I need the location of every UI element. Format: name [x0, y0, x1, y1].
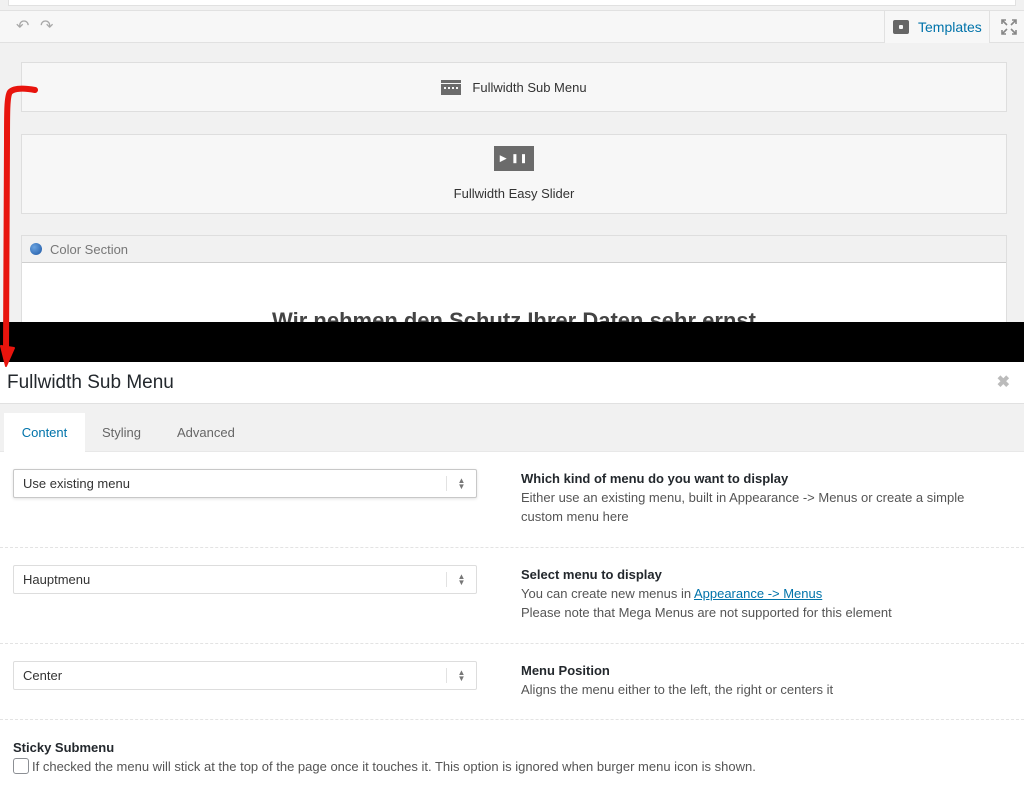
menu-select-title: Select menu to display: [521, 567, 662, 582]
tab-advanced[interactable]: Advanced: [177, 413, 235, 452]
modal-title: Fullwidth Sub Menu: [7, 372, 174, 393]
fullscreen-icon[interactable]: [998, 17, 1020, 37]
color-section-element[interactable]: Color Section Wir nehmen den Schutz Ihre…: [21, 235, 1007, 333]
submenu-element[interactable]: Fullwidth Sub Menu: [21, 62, 1007, 112]
menu-kind-select-value: Use existing menu: [23, 476, 130, 491]
select-arrows-icon: ▲ ▼: [446, 572, 476, 587]
templates-icon: [893, 20, 909, 34]
annotation-arrow: [0, 85, 38, 367]
menu-position-select[interactable]: Center ▲ ▼: [13, 661, 477, 690]
menu-select-help-text: You can create new menus in: [521, 586, 694, 601]
menu-select-help: You can create new menus in Appearance -…: [521, 584, 991, 603]
templates-button[interactable]: Templates: [884, 11, 990, 43]
menu-kind-select[interactable]: Use existing menu ▲ ▼: [13, 469, 477, 498]
menu-position-description: Menu Position Aligns the menu either to …: [521, 661, 991, 699]
menu-select[interactable]: Hauptmenu ▲ ▼: [13, 565, 477, 594]
appearance-menus-link[interactable]: Appearance -> Menus: [694, 586, 822, 601]
top-strip: [8, 0, 1016, 6]
slider-element-label: Fullwidth Easy Slider: [453, 186, 575, 201]
mega-menus-note: Please note that Mega Menus are not supp…: [521, 605, 892, 620]
modal-tabs: Content Styling Advanced: [0, 404, 1024, 452]
slider-element[interactable]: ▶ ❚❚ Fullwidth Easy Slider: [21, 134, 1007, 214]
menu-icon: [441, 79, 462, 95]
select-arrows-icon: ▲ ▼: [446, 476, 476, 491]
element-settings-modal: Fullwidth Sub Menu ✖ Content Styling Adv…: [0, 362, 1024, 800]
tab-styling[interactable]: Styling: [102, 413, 141, 452]
sticky-submenu-help: If checked the menu will stick at the to…: [32, 759, 756, 774]
templates-label: Templates: [918, 19, 982, 35]
separator-band: [0, 322, 1024, 362]
sticky-submenu-checkbox[interactable]: [13, 758, 29, 774]
builder-toolbar: ↶ ↷ Templates: [0, 10, 1024, 43]
menu-position-help: Aligns the menu either to the left, the …: [521, 682, 834, 697]
slider-icon: ▶ ❚❚: [494, 146, 534, 171]
color-section-label: Color Section: [50, 241, 129, 257]
menu-kind-description: Which kind of menu do you want to displa…: [521, 469, 991, 526]
menu-select-value: Hauptmenu: [23, 572, 91, 587]
option-row-menu-kind: Use existing menu ▲ ▼ Which kind of menu …: [0, 453, 1024, 548]
option-row-select-menu: Hauptmenu ▲ ▼ Select menu to display You …: [0, 548, 1024, 644]
close-icon[interactable]: ✖: [997, 372, 1010, 392]
menu-kind-help: Either use an existing menu, built in Ap…: [521, 490, 965, 524]
menu-position-select-value: Center: [23, 668, 63, 683]
menu-position-title: Menu Position: [521, 663, 610, 678]
redo-icon[interactable]: ↷: [40, 18, 53, 36]
color-section-header: Color Section: [22, 236, 1006, 263]
select-arrows-icon: ▲ ▼: [446, 668, 476, 683]
menu-kind-title: Which kind of menu do you want to displa…: [521, 471, 789, 486]
sticky-submenu-title: Sticky Submenu: [13, 740, 115, 755]
modal-header: Fullwidth Sub Menu ✖: [0, 362, 1024, 404]
undo-icon[interactable]: ↶: [16, 18, 29, 36]
menu-select-description: Select menu to display You can create ne…: [521, 565, 991, 622]
option-row-menu-position: Center ▲ ▼ Menu Position Aligns the menu …: [0, 644, 1024, 720]
submenu-element-label: Fullwidth Sub Menu: [472, 79, 587, 95]
tab-content[interactable]: Content: [4, 413, 85, 452]
